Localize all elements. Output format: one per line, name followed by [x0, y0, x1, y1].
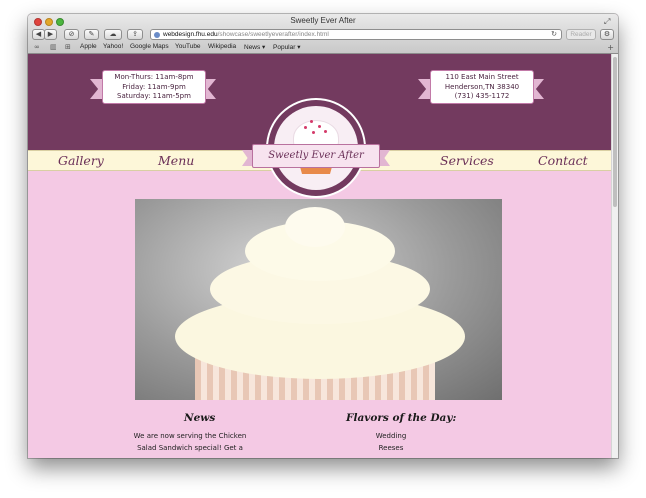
title-bar: Sweetly Ever After ⤢ ◀ ▶ ⊘ ✎ ☁ ⇪ webdesi… — [28, 14, 618, 54]
bookmark-google-maps[interactable]: Google Maps — [130, 43, 169, 50]
hours-ribbon: Mon-Thurs: 11am-8pm Friday: 11am-9pm Sat… — [102, 70, 206, 104]
bookmark-youtube[interactable]: YouTube — [175, 43, 201, 50]
gear-icon[interactable]: ⚙ — [600, 29, 614, 40]
news-title: News — [184, 412, 216, 424]
hours-line: Friday: 11am-9pm — [122, 82, 186, 91]
nav-services[interactable]: Services — [440, 151, 494, 170]
bookmark-wikipedia[interactable]: Wikipedia — [208, 43, 236, 50]
url-path: /showcase/sweetlyeverafter/index.html — [217, 31, 329, 38]
add-bookmark-icon[interactable]: + — [607, 43, 614, 52]
address-line: Henderson,TN 38340 — [444, 82, 520, 91]
news-line: We are now serving the Chicken — [133, 432, 247, 440]
reading-list-icon[interactable]: ∞ — [34, 43, 40, 51]
bookmarks-icon[interactable]: ▥ — [50, 43, 57, 51]
web-page: Mon-Thurs: 11am-8pm Friday: 11am-9pm Sat… — [28, 54, 611, 458]
news-text: We are now serving the Chicken Salad San… — [125, 430, 255, 454]
flavor-item: Reeses — [378, 444, 404, 452]
toolbar: ◀ ▶ ⊘ ✎ ☁ ⇪ webdesign.fhu.edu/showcase/s… — [28, 28, 618, 42]
logo-banner[interactable]: Sweetly Ever After — [252, 144, 380, 168]
globe-icon — [154, 32, 160, 38]
nav-contact[interactable]: Contact — [538, 151, 588, 170]
settings-icon[interactable]: ✎ — [84, 29, 99, 40]
scrollbar[interactable] — [611, 54, 618, 458]
bookmark-yahoo[interactable]: Yahoo! — [103, 43, 123, 50]
window-title: Sweetly Ever After — [290, 16, 356, 25]
bookmarks-bar: ∞ ▥ ⊞ Apple Yahoo! Google Maps YouTube W… — [28, 42, 618, 54]
cloud-icon[interactable]: ☁ — [104, 29, 122, 40]
bookmark-apple[interactable]: Apple — [80, 43, 97, 50]
flavor-item: Wedding — [375, 432, 407, 440]
flavors-list: Wedding Reeses — [351, 430, 431, 454]
url-host: webdesign.fhu.edu — [163, 31, 218, 38]
hours-line: Mon-Thurs: 11am-8pm — [114, 73, 194, 81]
scroll-thumb[interactable] — [613, 57, 617, 207]
forward-icon[interactable]: ▶ — [44, 29, 57, 40]
fullscreen-icon[interactable]: ⤢ — [604, 17, 613, 26]
history-icon[interactable]: ⊘ — [64, 29, 79, 40]
reload-icon[interactable]: ↻ — [551, 30, 557, 39]
flavors-title: Flavors of the Day: — [346, 412, 457, 424]
top-sites-icon[interactable]: ⊞ — [65, 43, 71, 51]
address-line: (731) 435-1172 — [454, 92, 510, 100]
hours-line: Saturday: 11am-5pm — [117, 92, 191, 100]
address-ribbon: 110 East Main Street Henderson,TN 38340 … — [430, 70, 534, 104]
news-line: Salad Sandwich special! Get a — [137, 444, 243, 452]
hero-cupcake-image — [135, 199, 502, 400]
reader-button[interactable]: Reader — [566, 29, 596, 40]
bookmark-popular[interactable]: Popular ▾ — [273, 43, 300, 51]
share-icon[interactable]: ⇪ — [127, 29, 143, 40]
nav-menu[interactable]: Menu — [158, 151, 194, 170]
browser-window: Sweetly Ever After ⤢ ◀ ▶ ⊘ ✎ ☁ ⇪ webdesi… — [28, 14, 618, 458]
bookmark-news[interactable]: News ▾ — [244, 43, 265, 51]
address-bar[interactable]: webdesign.fhu.edu/showcase/sweetlyeveraf… — [150, 29, 562, 40]
nav-gallery[interactable]: Gallery — [58, 151, 104, 170]
address-line: 110 East Main Street — [445, 73, 519, 81]
